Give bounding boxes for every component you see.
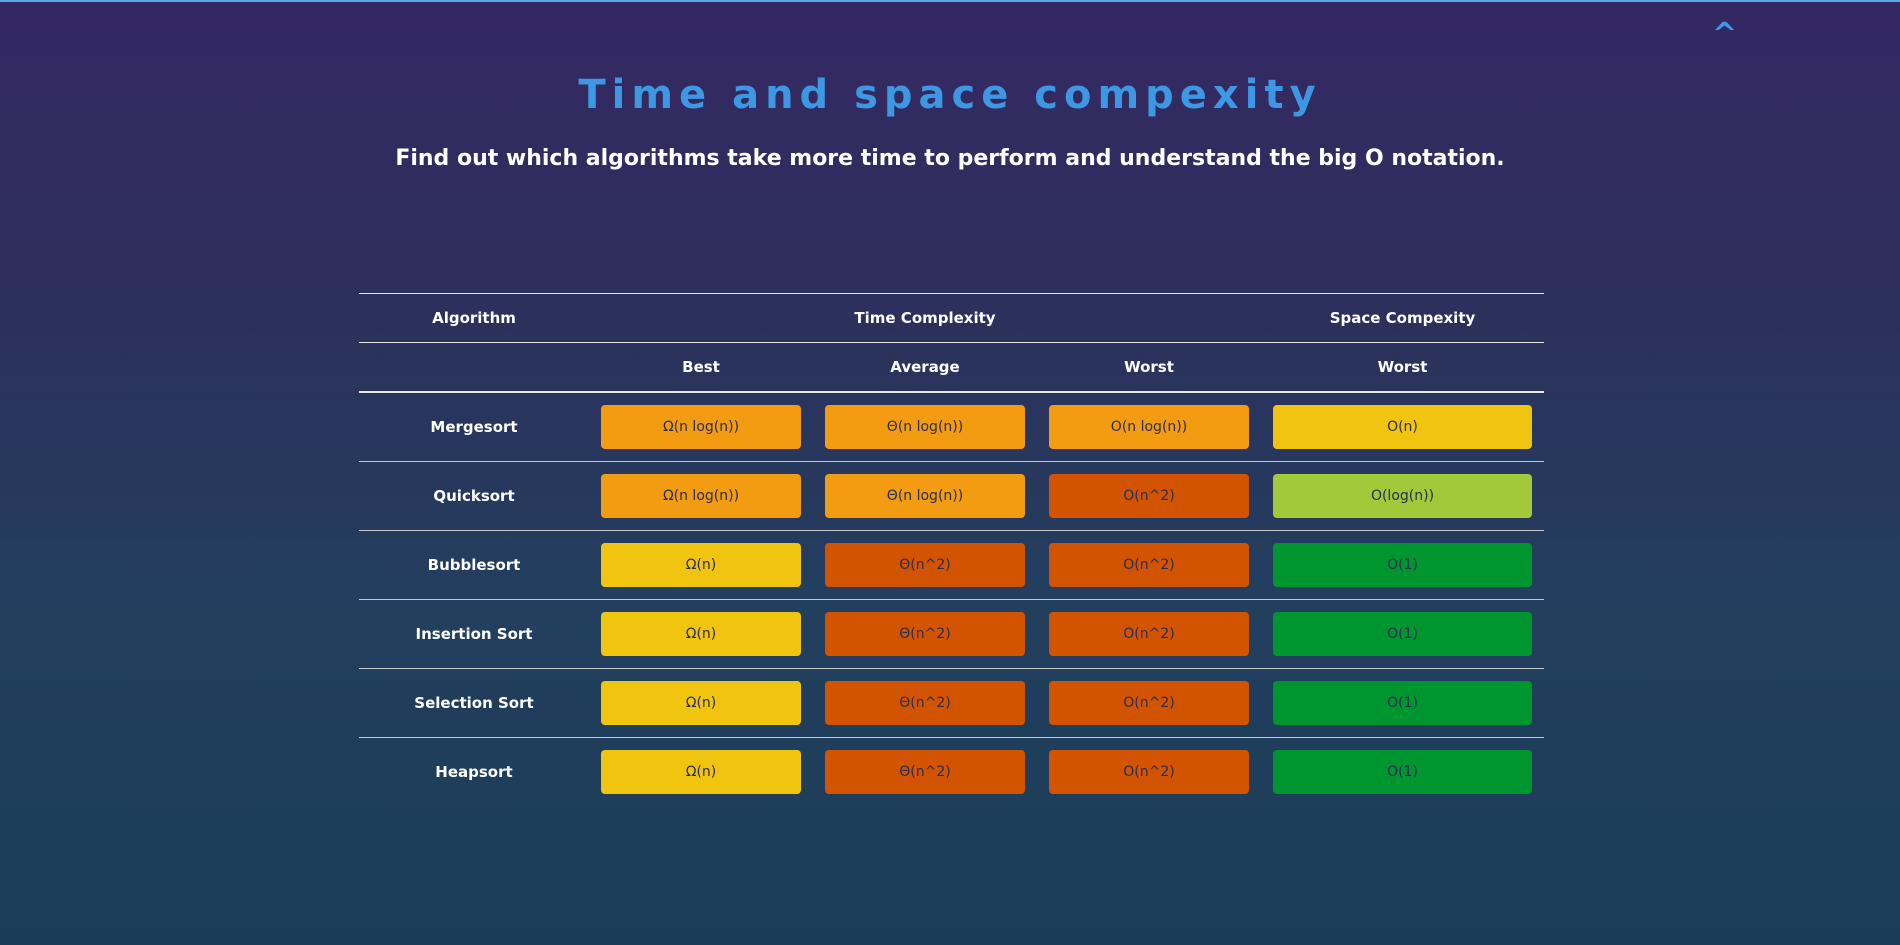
worst-complexity-cell: O(n^2)	[1037, 668, 1261, 738]
header-average: Average	[813, 342, 1037, 393]
average-complexity-cell: Θ(n log(n))	[813, 392, 1037, 462]
space-complexity-badge: O(n)	[1273, 405, 1532, 449]
average-complexity-badge: Θ(n^2)	[825, 543, 1025, 587]
table-row: Bubblesort Ω(n) Θ(n^2) O(n^2) O(1)	[359, 530, 1544, 600]
top-accent-line	[0, 0, 1900, 2]
worst-complexity-badge: O(n^2)	[1049, 543, 1249, 587]
space-complexity-cell: O(1)	[1261, 668, 1544, 738]
space-complexity-cell: O(1)	[1261, 530, 1544, 600]
algorithm-name: Insertion Sort	[359, 599, 589, 669]
space-complexity-badge: O(log(n))	[1273, 474, 1532, 518]
average-complexity-badge: Θ(n^2)	[825, 750, 1025, 794]
space-complexity-badge: O(1)	[1273, 543, 1532, 587]
scroll-to-top-icon[interactable]: ^	[1712, 20, 1737, 50]
space-complexity-cell: O(1)	[1261, 599, 1544, 669]
space-complexity-cell: O(log(n))	[1261, 461, 1544, 531]
header-time-complexity: Time Complexity	[589, 293, 1261, 343]
worst-complexity-cell: O(n log(n))	[1037, 392, 1261, 462]
algorithm-name: Bubblesort	[359, 530, 589, 600]
algorithm-name: Heapsort	[435, 763, 513, 781]
header-best: Best	[589, 342, 813, 393]
worst-complexity-badge: O(n^2)	[1049, 750, 1249, 794]
best-complexity-badge: Ω(n)	[601, 750, 801, 794]
table-row: Quicksort Ω(n log(n)) Θ(n log(n)) O(n^2) O(l…	[359, 461, 1544, 531]
best-complexity-badge: Ω(n log(n))	[601, 474, 801, 518]
header-space-worst: Worst	[1261, 342, 1544, 393]
average-complexity-badge: Θ(n^2)	[825, 612, 1025, 656]
average-complexity-cell: Θ(n^2)	[813, 530, 1037, 600]
best-complexity-cell: Ω(n)	[589, 530, 813, 600]
average-complexity-badge: Θ(n^2)	[825, 681, 1025, 725]
table-row: Mergesort Ω(n log(n)) Θ(n log(n)) O(n log(n…	[359, 392, 1544, 462]
worst-complexity-badge: O(n^2)	[1049, 474, 1249, 518]
table-row: Selection Sort Ω(n) Θ(n^2) O(n^2) O(1)	[359, 668, 1544, 738]
average-complexity-badge: Θ(n log(n))	[825, 405, 1025, 449]
space-complexity-badge: O(1)	[1273, 750, 1532, 794]
page-subtitle: Find out which algorithms take more time…	[395, 146, 1505, 171]
algorithm-name: Selection Sort	[359, 668, 589, 738]
best-complexity-cell: Ω(n log(n))	[589, 392, 813, 462]
worst-complexity-badge: O(n log(n))	[1049, 405, 1249, 449]
space-complexity-badge: O(1)	[1273, 612, 1532, 656]
best-complexity-cell: Ω(n)	[589, 599, 813, 669]
best-complexity-cell: Ω(n)	[589, 668, 813, 738]
space-complexity-cell: O(n)	[1261, 392, 1544, 462]
worst-complexity-badge: O(n^2)	[1049, 681, 1249, 725]
average-complexity-cell: Θ(n log(n))	[813, 461, 1037, 531]
space-complexity-cell: O(1)	[1261, 738, 1544, 807]
average-complexity-cell: Θ(n^2)	[813, 738, 1037, 807]
average-complexity-badge: Θ(n log(n))	[825, 474, 1025, 518]
worst-complexity-badge: O(n^2)	[1049, 612, 1249, 656]
best-complexity-badge: Ω(n log(n))	[601, 405, 801, 449]
best-complexity-badge: Ω(n)	[601, 543, 801, 587]
table-group-header-row: Algorithm Time Complexity Space Compexit…	[359, 293, 1544, 343]
best-complexity-badge: Ω(n)	[601, 681, 801, 725]
worst-complexity-cell: O(n^2)	[1037, 599, 1261, 669]
best-complexity-cell: Ω(n log(n))	[589, 461, 813, 531]
algorithm-name: Mergesort	[359, 392, 589, 462]
worst-complexity-cell: O(n^2)	[1037, 530, 1261, 600]
table-row: Heapsort Ω(n) Θ(n^2) O(n^2) O(1)	[359, 738, 1544, 807]
best-complexity-badge: Ω(n)	[601, 612, 801, 656]
table-sub-header-row: Best Average Worst Worst	[359, 342, 1544, 393]
header-empty	[359, 342, 589, 393]
average-complexity-cell: Θ(n^2)	[813, 668, 1037, 738]
page-title: Time and space compexity	[578, 72, 1322, 118]
worst-complexity-cell: O(n^2)	[1037, 461, 1261, 531]
complexity-table: Algorithm Time Complexity Space Compexit…	[359, 293, 1544, 806]
table-row: Insertion Sort Ω(n) Θ(n^2) O(n^2) O(1)	[359, 599, 1544, 669]
space-complexity-badge: O(1)	[1273, 681, 1532, 725]
algorithm-name: Quicksort	[359, 461, 589, 531]
average-complexity-cell: Θ(n^2)	[813, 599, 1037, 669]
header-worst: Worst	[1037, 342, 1261, 393]
header-space-complexity: Space Compexity	[1261, 293, 1544, 343]
header-algorithm: Algorithm	[359, 293, 589, 343]
best-complexity-cell: Ω(n)	[589, 738, 813, 807]
worst-complexity-cell: O(n^2)	[1037, 738, 1261, 807]
